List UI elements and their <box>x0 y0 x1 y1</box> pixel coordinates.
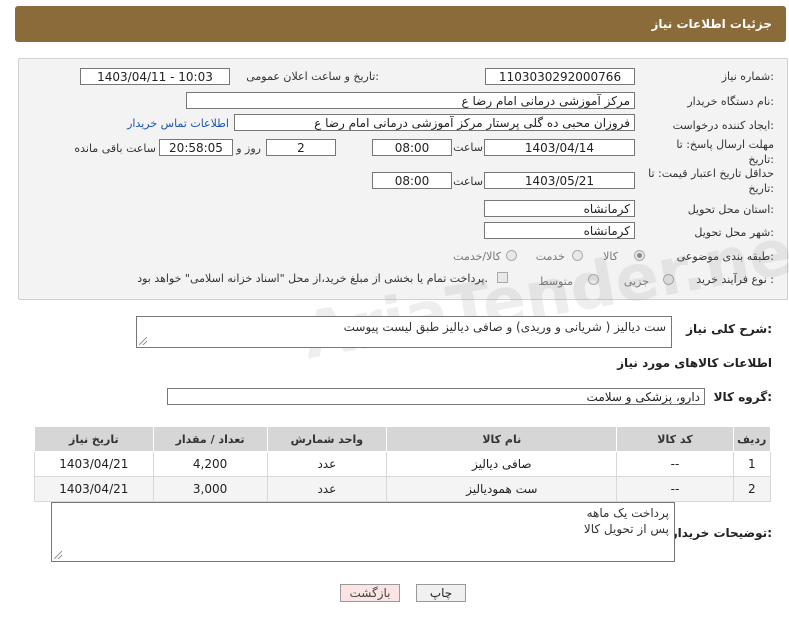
buyer-notes-line-1: پرداخت یک ماهه <box>586 506 669 520</box>
table-header-row: ردیف کد کالا نام کالا واحد شمارش تعداد /… <box>34 426 772 452</box>
table-row: 1 -- صافی دیالیز عدد 4,200 1403/04/21 <box>34 451 772 477</box>
cell-code: -- <box>616 476 734 502</box>
cell-need-date: 1403/04/21 <box>34 451 154 477</box>
goods-group-field: دارو، پزشکی و سلامت <box>167 388 705 405</box>
validity-time-field: 08:00 <box>372 172 452 189</box>
deadline-label: مهلت ارسال پاسخ: تا تاریخ: <box>676 138 774 166</box>
days-remaining-field: 2 <box>266 139 336 156</box>
cell-need-date: 1403/04/21 <box>34 476 154 502</box>
city-field: کرمانشاه <box>484 222 635 239</box>
col-header-unit: واحد شمارش <box>266 426 388 452</box>
province-field: کرمانشاه <box>484 200 635 217</box>
announce-label: تاریخ و ساعت اعلان عمومی: <box>246 70 379 83</box>
validity-date-field: 1403/05/21 <box>484 172 635 189</box>
resize-grip-icon[interactable] <box>139 337 147 345</box>
cell-quantity: 3,000 <box>152 476 268 502</box>
creator-label: ایجاد کننده درخواست: <box>672 119 774 132</box>
deadline-date-field: 1403/04/14 <box>484 139 635 156</box>
need-number-field: 1103030292000766 <box>485 68 635 85</box>
cell-quantity: 4,200 <box>152 451 268 477</box>
category-goods-service-label: کالا/خدمت <box>453 250 501 263</box>
remaining-label: ساعت باقی مانده <box>74 142 156 155</box>
summary-text: ست دیالیز ( شریانی و وریدی) و صافی دیالی… <box>343 320 666 334</box>
buyer-org-label: نام دستگاه خریدار: <box>687 95 774 108</box>
announce-field: 1403/04/11 - 10:03 <box>80 68 230 85</box>
cell-unit: عدد <box>266 476 388 502</box>
cell-name: صافی دیالیز <box>386 451 618 477</box>
contact-buyer-link[interactable]: اطلاعات تماس خریدار <box>127 117 229 130</box>
summary-textarea[interactable]: ست دیالیز ( شریانی و وریدی) و صافی دیالی… <box>136 316 672 348</box>
validity-label: حداقل تاریخ اعتبار قیمت: تا تاریخ: <box>648 167 774 195</box>
need-number-label: شماره نیاز: <box>721 70 774 83</box>
cell-row-number: 1 <box>732 451 772 477</box>
col-header-quantity: تعداد / مقدار <box>152 426 268 452</box>
province-label: استان محل تحویل: <box>687 203 774 216</box>
table-row: 2 -- ست همودیالیز عدد 3,000 1403/04/21 <box>34 476 772 502</box>
buyer-notes-textarea[interactable]: پرداخت یک ماهه پس از تحویل کالا <box>51 502 675 562</box>
col-header-code: کد کالا <box>616 426 734 452</box>
goods-table: ردیف کد کالا نام کالا واحد شمارش تعداد /… <box>34 426 772 502</box>
buyer-org-field: مرکز آموزشی درمانی امام رضا ع <box>186 92 635 109</box>
back-button[interactable]: بازگشت <box>340 584 400 602</box>
cell-code: -- <box>616 451 734 477</box>
cell-row-number: 2 <box>732 476 772 502</box>
col-header-name: نام کالا <box>386 426 618 452</box>
category-radio-goods-service[interactable] <box>506 250 517 261</box>
col-header-row-number: ردیف <box>732 426 772 452</box>
deadline-time-label: ساعت <box>453 141 483 154</box>
goods-group-label: گروه کالا: <box>713 390 772 404</box>
resize-grip-icon[interactable] <box>54 551 62 559</box>
deadline-time-field: 08:00 <box>372 139 452 156</box>
page-title: جزئیات اطلاعات نیاز <box>651 17 772 31</box>
print-button[interactable]: چاپ <box>416 584 466 602</box>
summary-label: شرح کلی نیاز: <box>686 322 772 336</box>
cell-name: ست همودیالیز <box>386 476 618 502</box>
days-label: روز و <box>236 142 261 155</box>
col-header-need-date: تاریخ نیاز <box>34 426 154 452</box>
cell-unit: عدد <box>266 451 388 477</box>
goods-section-title: اطلاعات کالاهای مورد نیاز <box>617 356 772 370</box>
buyer-notes-label: توضیحات خریدار: <box>670 526 772 540</box>
validity-time-label: ساعت <box>453 175 483 188</box>
buyer-notes-line-2: پس از تحویل کالا <box>583 522 669 536</box>
remaining-time-field: 20:58:05 <box>159 139 233 156</box>
creator-field: فروزان محبی ده گلی پرستار مرکز آموزشی در… <box>234 114 635 131</box>
page-header: جزئیات اطلاعات نیاز <box>15 6 786 42</box>
